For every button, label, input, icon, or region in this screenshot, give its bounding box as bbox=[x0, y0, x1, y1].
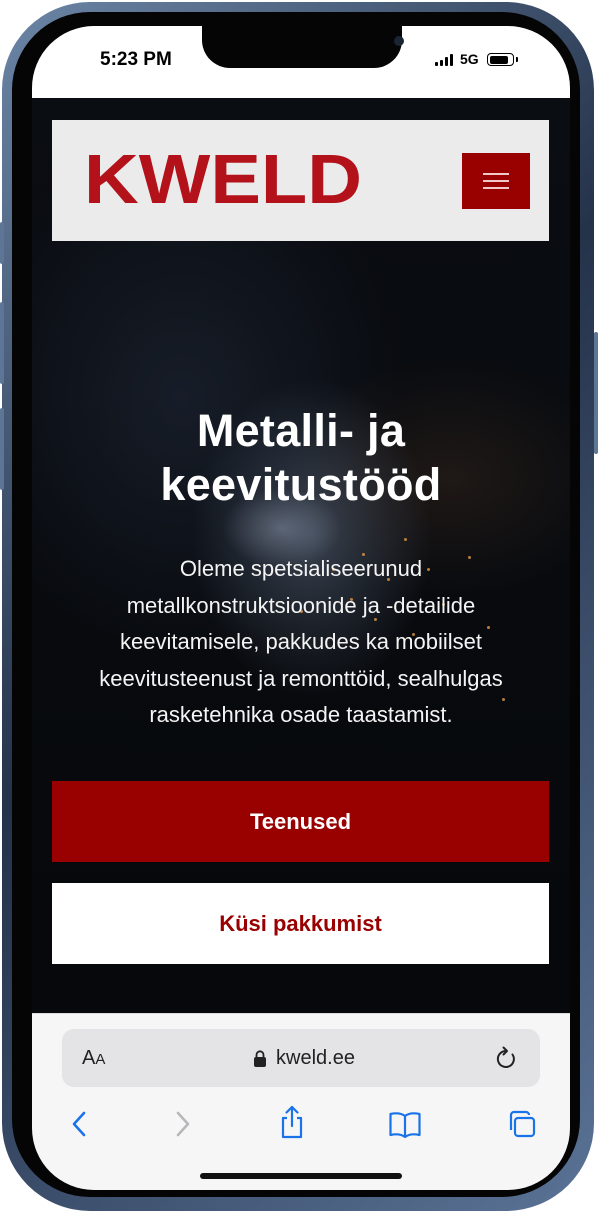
hero-description-line: keevitusteenust ja remonttöid, sealhulga… bbox=[99, 665, 503, 691]
hamburger-icon bbox=[483, 173, 509, 175]
status-time: 5:23 PM bbox=[100, 49, 172, 70]
hero-description-line: metallkonstruktsioonide ja -detailide bbox=[126, 592, 476, 618]
site-header: KWELD bbox=[52, 120, 549, 241]
aa-large: A bbox=[82, 1047, 96, 1069]
share-icon[interactable] bbox=[278, 1105, 306, 1139]
signal-strength-icon bbox=[435, 54, 455, 66]
volume-down-button bbox=[0, 408, 4, 490]
menu-button[interactable] bbox=[462, 153, 530, 209]
volume-up-button bbox=[0, 302, 4, 384]
request-quote-button[interactable]: Küsi pakkumist bbox=[52, 883, 549, 964]
notch bbox=[202, 26, 404, 68]
svg-text:KWELD: KWELD bbox=[84, 148, 362, 208]
chevron-left-icon[interactable] bbox=[66, 1109, 94, 1139]
hero-title-line-1: Metalli- ja bbox=[196, 405, 406, 456]
hero-title: Metalli- ja keevitustööd bbox=[62, 404, 540, 512]
address-bar[interactable]: AA kweld.ee bbox=[62, 1029, 540, 1087]
chevron-right-icon[interactable] bbox=[168, 1109, 196, 1139]
kweld-logo-graphic: KWELD bbox=[84, 140, 362, 218]
aa-small: A bbox=[95, 1051, 106, 1068]
reload-icon[interactable] bbox=[494, 1045, 518, 1071]
tabs-icon[interactable] bbox=[506, 1109, 538, 1139]
lock-icon bbox=[254, 1050, 266, 1067]
hero-description-line: keevitamisele, pakkudes ka mobiilset bbox=[120, 629, 482, 654]
phone-screen: 5:23 PM 5G KWELD Metalli- ja keevitustöö… bbox=[32, 26, 570, 1190]
camera-icon bbox=[394, 36, 404, 46]
text-size-button[interactable]: AA bbox=[82, 1047, 105, 1070]
network-type: 5G bbox=[460, 51, 479, 67]
silent-switch bbox=[0, 222, 4, 264]
hero-description-line: rasketehnika osade taastamist. bbox=[149, 702, 453, 727]
url-text[interactable]: kweld.ee bbox=[276, 1047, 355, 1070]
web-page[interactable]: KWELD Metalli- ja keevitustööd Oleme spe… bbox=[32, 98, 570, 1013]
home-indicator[interactable] bbox=[200, 1173, 402, 1179]
hero-description: Oleme spetsialiseerunud metallkonstrukts… bbox=[62, 551, 540, 734]
power-button bbox=[594, 332, 598, 454]
status-bar: 5:23 PM 5G bbox=[32, 26, 570, 98]
hero-description-line: Oleme spetsialiseerunud bbox=[179, 556, 423, 581]
safari-toolbar: AA kweld.ee bbox=[32, 1013, 570, 1190]
battery-cap bbox=[516, 57, 518, 62]
battery-icon bbox=[487, 53, 514, 66]
kweld-logo[interactable]: KWELD bbox=[84, 140, 364, 218]
services-button[interactable]: Teenused bbox=[52, 781, 549, 862]
hero-title-line-2: keevitustööd bbox=[160, 459, 442, 510]
book-icon[interactable] bbox=[388, 1109, 422, 1139]
